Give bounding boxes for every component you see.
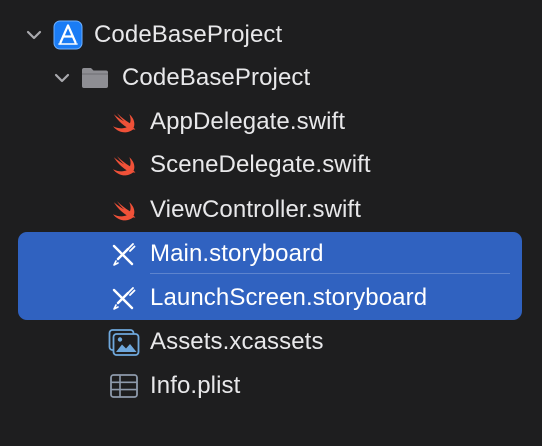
file-label: LaunchScreen.storyboard (150, 284, 428, 311)
swift-icon (108, 194, 140, 226)
storyboard-icon (108, 282, 140, 314)
file-label: ViewController.swift (150, 196, 361, 223)
chevron-down-icon[interactable] (53, 69, 71, 87)
project-navigator: CodeBaseProject CodeBaseProject AppDeleg… (0, 0, 542, 446)
tree-row-file[interactable]: Assets.xcassets (0, 321, 542, 363)
file-label: Main.storyboard (150, 240, 324, 267)
tree-row-file[interactable]: SceneDelegate.swift (0, 144, 542, 186)
file-label: Info.plist (150, 372, 241, 399)
file-label: AppDelegate.swift (150, 108, 346, 135)
folder-icon (79, 62, 111, 94)
tree-row-file[interactable]: AppDelegate.swift (0, 101, 542, 143)
file-label: SceneDelegate.swift (150, 151, 371, 178)
chevron-down-icon[interactable] (25, 26, 43, 44)
group-label: CodeBaseProject (122, 64, 311, 91)
swift-icon (108, 106, 140, 138)
xcode-project-icon (52, 19, 84, 51)
tree-row-file[interactable]: ViewController.swift (0, 189, 542, 231)
storyboard-icon (108, 238, 140, 270)
tree-row-file-selected[interactable]: LaunchScreen.storyboard (0, 277, 542, 319)
asset-catalog-icon (107, 326, 140, 358)
tree-row-file-selected[interactable]: Main.storyboard (0, 233, 542, 275)
swift-icon (108, 149, 140, 181)
plist-icon (108, 370, 140, 402)
file-label: Assets.xcassets (150, 328, 324, 355)
project-label: CodeBaseProject (94, 21, 283, 48)
tree-row-group[interactable]: CodeBaseProject (0, 57, 542, 99)
tree-row-project[interactable]: CodeBaseProject (0, 14, 542, 56)
tree-row-file[interactable]: Info.plist (0, 365, 542, 407)
